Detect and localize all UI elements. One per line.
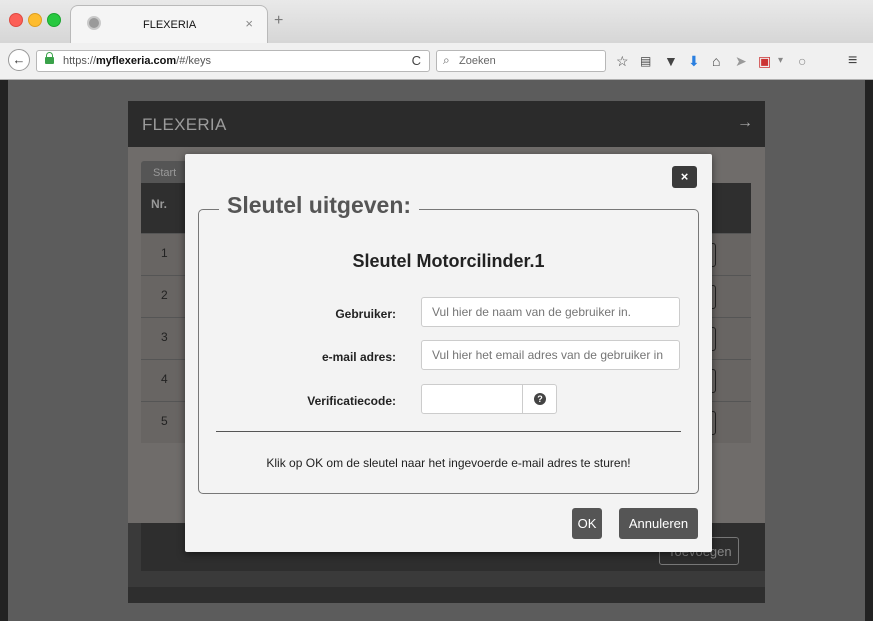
logout-icon[interactable]: → — [737, 114, 753, 132]
issue-key-fieldset: Sleutel uitgeven: Sleutel Motorcilinder.… — [198, 192, 699, 494]
ok-button[interactable]: OK — [572, 508, 602, 539]
browser-tabbar: FLEXERIA × + — [0, 0, 873, 44]
home-icon[interactable]: ⌂ — [712, 53, 720, 69]
app-brand: FLEXERIA — [142, 115, 227, 134]
row-number: 5 — [161, 414, 168, 428]
download-icon[interactable]: ⬇ — [688, 53, 700, 69]
row-number: 3 — [161, 330, 168, 344]
new-tab-button[interactable]: + — [274, 12, 283, 30]
share-icon[interactable]: ➤ — [735, 53, 747, 69]
user-field[interactable] — [421, 297, 680, 327]
user-label: Gebruiker: — [335, 307, 396, 321]
email-field[interactable] — [421, 340, 680, 370]
search-icon: ⌕ — [443, 53, 450, 67]
favicon-icon — [87, 16, 101, 30]
close-window-button[interactable] — [9, 13, 23, 27]
verification-code-label: Verificatiecode: — [307, 394, 396, 408]
hamburger-menu-icon[interactable]: ≡ — [848, 53, 857, 69]
instruction-text: Klik op OK om de sleutel naar het ingevo… — [266, 456, 631, 470]
browser-tab[interactable]: FLEXERIA × — [70, 5, 268, 44]
tab-title: FLEXERIA — [143, 19, 197, 31]
browser-navbar: ← https://myflexeria.com/#/keys C ⌕ Zoek… — [0, 43, 873, 80]
lock-icon — [45, 52, 54, 64]
url-text: https://myflexeria.com/#/keys — [63, 55, 211, 67]
question-circle-icon: ? — [534, 393, 546, 405]
email-label: e-mail adres: — [321, 350, 396, 364]
issue-key-modal: × Sleutel uitgeven: Sleutel Motorcilinde… — [185, 154, 712, 552]
tab-close-icon[interactable]: × — [245, 16, 253, 31]
verification-help-button[interactable]: ? — [522, 384, 557, 414]
url-bar[interactable]: https://myflexeria.com/#/keys C — [36, 50, 430, 72]
app-bottom-bar — [128, 587, 765, 603]
reload-icon[interactable]: C — [412, 53, 421, 68]
chat-bubble-icon[interactable]: ○ — [798, 53, 806, 69]
verification-code-input[interactable] — [421, 384, 523, 414]
key-title: Sleutel Motorcilinder.1 — [352, 251, 545, 271]
back-arrow-icon[interactable]: ← — [8, 49, 30, 71]
bookmark-star-icon[interactable]: ☆ — [616, 53, 629, 69]
row-number: 2 — [161, 288, 168, 302]
row-number: 4 — [161, 372, 168, 386]
search-bar[interactable]: ⌕ Zoeken — [436, 50, 606, 72]
pdf-extension-icon[interactable]: ▣ — [758, 53, 771, 69]
app-header: FLEXERIA → — [128, 101, 765, 147]
column-header-nr: Nr. — [151, 197, 168, 211]
search-placeholder: Zoeken — [459, 55, 496, 67]
modal-title: Sleutel uitgeven: — [219, 192, 420, 219]
modal-close-button[interactable]: × — [672, 166, 697, 188]
cancel-button[interactable]: Annuleren — [619, 508, 698, 539]
divider — [216, 431, 681, 432]
zoom-window-button[interactable] — [47, 13, 61, 27]
extension-dropdown-icon[interactable]: ▾ — [778, 53, 783, 69]
reading-list-icon[interactable]: ▤ — [640, 53, 651, 69]
pocket-icon[interactable]: ▼ — [664, 53, 678, 69]
row-number: 1 — [161, 246, 168, 260]
minimize-window-button[interactable] — [28, 13, 42, 27]
